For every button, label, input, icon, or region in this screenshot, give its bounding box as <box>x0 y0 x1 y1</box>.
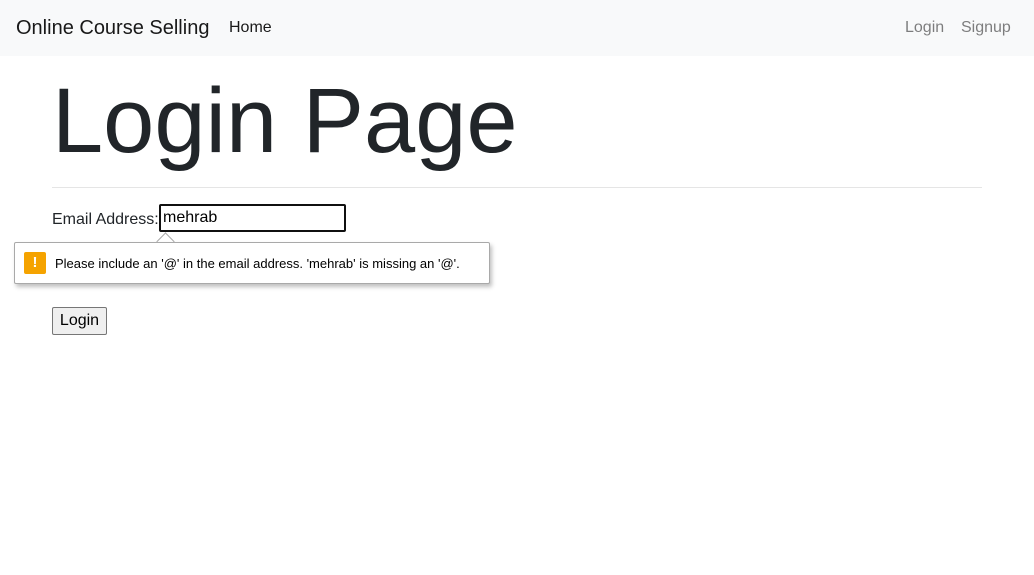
nav-signup-link[interactable]: Signup <box>961 18 1011 38</box>
warning-icon: ! <box>24 252 46 274</box>
nav-home-link[interactable]: Home <box>229 18 272 38</box>
page-title: Login Page <box>52 70 518 172</box>
email-label: Email Address: <box>52 211 159 228</box>
email-field[interactable] <box>159 204 346 232</box>
divider <box>52 187 982 188</box>
brand-link[interactable]: Online Course Selling <box>16 15 209 41</box>
validation-message: Please include an '@' in the email addre… <box>55 256 460 271</box>
navbar: Online Course Selling Home Login Signup <box>0 0 1034 56</box>
validation-tooltip: ! Please include an '@' in the email add… <box>14 242 490 284</box>
nav-login-link[interactable]: Login <box>905 18 944 38</box>
login-button[interactable]: Login <box>52 307 107 335</box>
